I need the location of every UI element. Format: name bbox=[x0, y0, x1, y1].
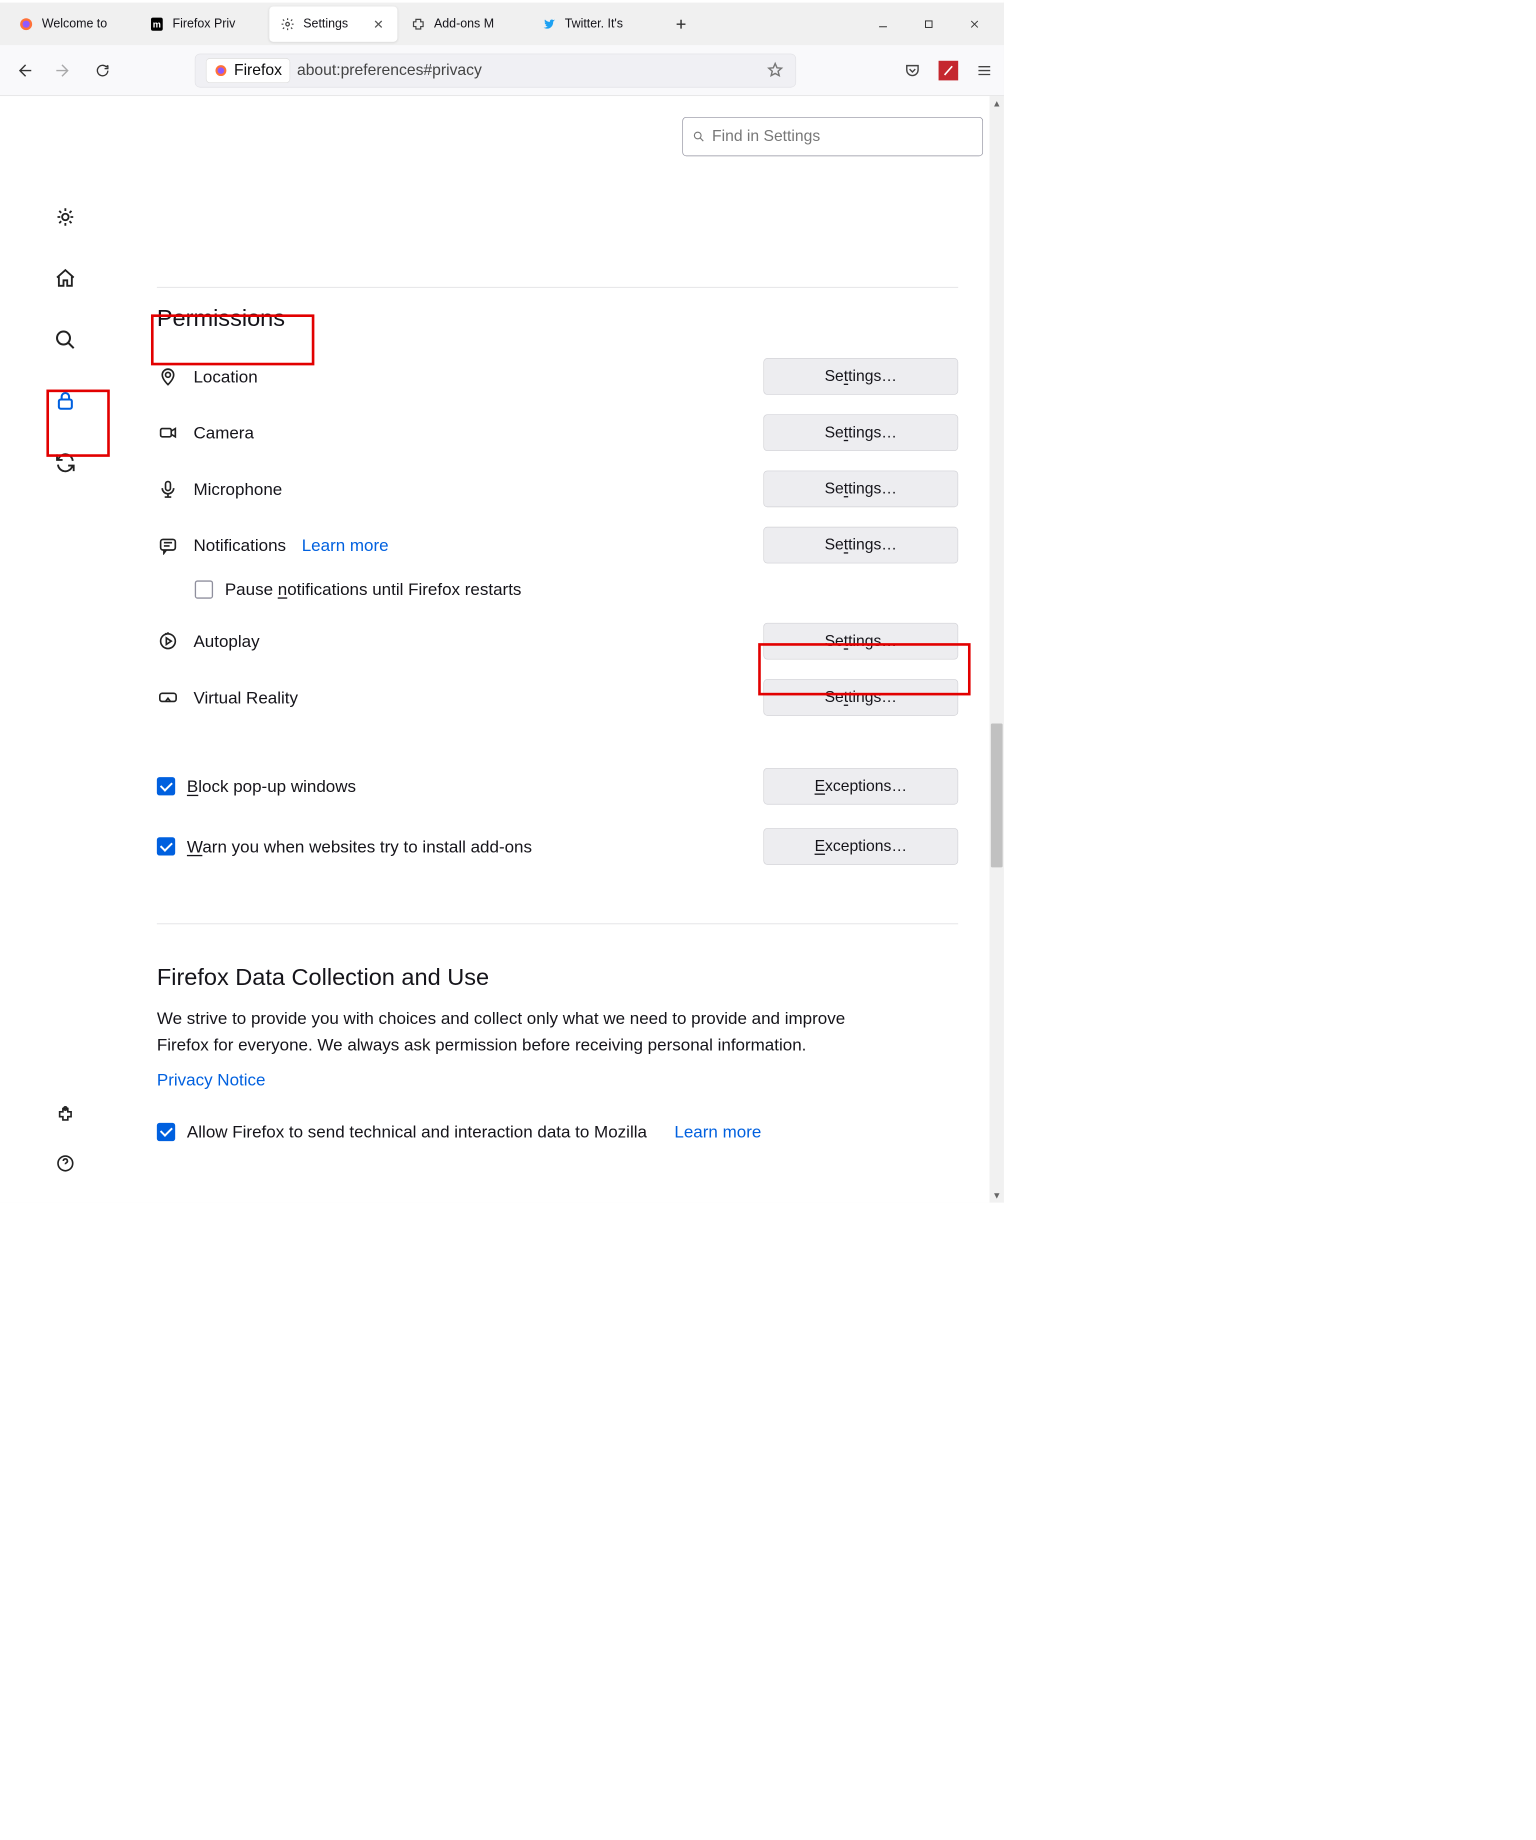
location-label: Location bbox=[193, 366, 257, 386]
find-settings-input[interactable] bbox=[712, 127, 973, 145]
pause-notifications-label: Pause notifications until Firefox restar… bbox=[225, 579, 522, 599]
install-exceptions-button[interactable]: Exceptions… bbox=[763, 828, 958, 865]
permission-location: Location Settings… bbox=[157, 354, 958, 398]
url-text: about:preferences#privacy bbox=[297, 61, 760, 79]
tab-settings[interactable]: Settings bbox=[269, 6, 397, 41]
bookmark-star-icon[interactable] bbox=[767, 61, 785, 79]
tab-welcome[interactable]: Welcome to bbox=[8, 6, 136, 41]
puzzle-icon bbox=[410, 16, 426, 32]
tab-strip: Welcome to m Firefox Priv Settings Add-o… bbox=[0, 0, 1004, 45]
popups-exceptions-button[interactable]: Exceptions… bbox=[763, 768, 958, 805]
warn-install-checkbox[interactable] bbox=[157, 837, 175, 855]
window-controls bbox=[860, 8, 997, 39]
microphone-icon bbox=[157, 478, 179, 500]
tab-label: Settings bbox=[303, 17, 363, 31]
microphone-settings-button[interactable]: Settings… bbox=[763, 471, 958, 508]
tab-label: Add-ons M bbox=[434, 17, 516, 31]
url-bar[interactable]: Firefox about:preferences#privacy bbox=[195, 53, 796, 87]
privacy-icon[interactable] bbox=[52, 388, 78, 414]
scroll-up-icon[interactable]: ▲ bbox=[990, 96, 1004, 110]
vr-icon bbox=[157, 686, 179, 708]
divider bbox=[157, 287, 958, 288]
vr-settings-button[interactable]: Settings… bbox=[763, 679, 958, 716]
tab-privacy[interactable]: m Firefox Priv bbox=[139, 6, 267, 41]
telemetry-learn-more[interactable]: Learn more bbox=[674, 1122, 761, 1142]
identity-chip[interactable]: Firefox bbox=[206, 58, 291, 83]
permission-autoplay: Autoplay Settings… bbox=[157, 619, 958, 663]
notifications-learn-more[interactable]: Learn more bbox=[302, 535, 389, 555]
twitter-icon bbox=[541, 16, 557, 32]
reload-button[interactable] bbox=[89, 57, 116, 84]
forward-button[interactable] bbox=[50, 57, 77, 84]
tab-label: Welcome to bbox=[42, 17, 124, 31]
permission-microphone: Microphone Settings… bbox=[157, 467, 958, 511]
main-content: Permissions Location Settings… Camera Se… bbox=[131, 96, 990, 1203]
chip-label: Firefox bbox=[234, 61, 282, 79]
general-icon[interactable] bbox=[52, 204, 78, 230]
warn-install-label: Warn you when websites try to install ad… bbox=[187, 836, 532, 856]
pause-notifications-checkbox[interactable] bbox=[195, 580, 213, 598]
tab-twitter[interactable]: Twitter. It's bbox=[531, 6, 659, 41]
tab-addons[interactable]: Add-ons M bbox=[400, 6, 528, 41]
warn-install-row: Warn you when websites try to install ad… bbox=[157, 824, 958, 868]
pause-notifications-row: Pause notifications until Firefox restar… bbox=[195, 579, 958, 599]
camera-settings-button[interactable]: Settings… bbox=[763, 414, 958, 451]
allow-telemetry-label: Allow Firefox to send technical and inte… bbox=[187, 1122, 647, 1142]
notifications-label: Notifications bbox=[193, 535, 286, 555]
help-icon[interactable] bbox=[52, 1150, 78, 1176]
tab-label: Firefox Priv bbox=[173, 17, 255, 31]
close-button[interactable] bbox=[952, 8, 998, 39]
tab-label: Twitter. It's bbox=[565, 17, 647, 31]
tab-close-icon[interactable] bbox=[371, 17, 385, 31]
page: Permissions Location Settings… Camera Se… bbox=[0, 96, 990, 1203]
adblock-icon[interactable] bbox=[939, 60, 959, 80]
permission-vr: Virtual Reality Settings… bbox=[157, 675, 958, 719]
block-popups-row: Block pop-up windows Exceptions… bbox=[157, 764, 958, 808]
permission-camera: Camera Settings… bbox=[157, 410, 958, 454]
mozilla-icon: m bbox=[149, 16, 165, 32]
autoplay-label: Autoplay bbox=[193, 631, 259, 651]
extensions-icon[interactable] bbox=[52, 1102, 78, 1128]
menu-icon[interactable] bbox=[975, 61, 993, 79]
sidebar bbox=[0, 96, 131, 1203]
notifications-settings-button[interactable]: Settings… bbox=[763, 527, 958, 564]
search-icon[interactable] bbox=[52, 327, 78, 353]
location-settings-button[interactable]: Settings… bbox=[763, 358, 958, 395]
allow-telemetry-row: Allow Firefox to send technical and inte… bbox=[157, 1110, 958, 1154]
vr-label: Virtual Reality bbox=[193, 687, 298, 707]
data-collection-text: We strive to provide you with choices an… bbox=[157, 1005, 876, 1058]
firefox-icon bbox=[18, 16, 34, 32]
toolbar: Firefox about:preferences#privacy bbox=[0, 45, 1004, 96]
privacy-notice-link[interactable]: Privacy Notice bbox=[157, 1070, 266, 1090]
notifications-icon bbox=[157, 534, 179, 556]
microphone-label: Microphone bbox=[193, 479, 282, 499]
block-popups-checkbox[interactable] bbox=[157, 777, 175, 795]
gear-icon bbox=[280, 16, 296, 32]
sync-icon[interactable] bbox=[52, 450, 78, 476]
data-collection-heading: Firefox Data Collection and Use bbox=[157, 963, 958, 990]
autoplay-settings-button[interactable]: Settings… bbox=[763, 623, 958, 660]
new-tab-button[interactable] bbox=[667, 9, 696, 38]
autoplay-icon bbox=[157, 630, 179, 652]
scrollbar[interactable]: ▲ ▼ bbox=[990, 96, 1004, 1203]
scroll-down-icon[interactable]: ▼ bbox=[990, 1188, 1004, 1202]
find-settings[interactable] bbox=[682, 117, 983, 156]
home-icon[interactable] bbox=[52, 265, 78, 291]
location-icon bbox=[157, 365, 179, 387]
camera-icon bbox=[157, 422, 179, 444]
allow-telemetry-checkbox[interactable] bbox=[157, 1123, 175, 1141]
back-button[interactable] bbox=[10, 57, 37, 84]
maximize-button[interactable] bbox=[906, 8, 952, 39]
scroll-thumb[interactable] bbox=[991, 724, 1003, 868]
block-popups-label: Block pop-up windows bbox=[187, 776, 356, 796]
minimize-button[interactable] bbox=[860, 8, 906, 39]
camera-label: Camera bbox=[193, 423, 253, 443]
divider bbox=[157, 924, 958, 925]
pocket-icon[interactable] bbox=[903, 61, 921, 79]
permissions-heading: Permissions bbox=[157, 305, 285, 332]
permission-notifications: Notifications Learn more Settings… bbox=[157, 523, 958, 567]
